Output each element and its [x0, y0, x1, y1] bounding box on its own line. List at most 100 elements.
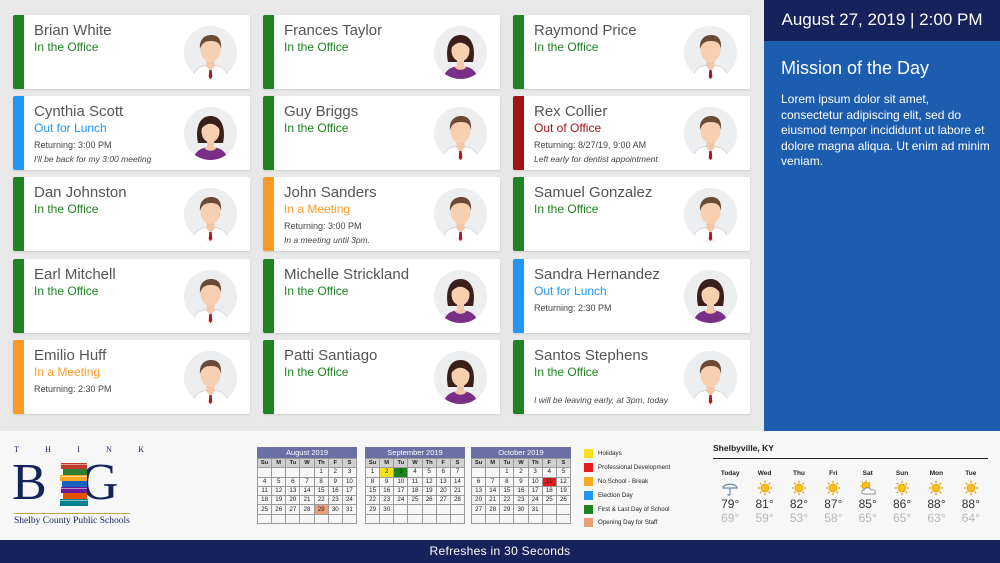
legend-swatch	[584, 449, 593, 459]
refresh-footer: Refreshes in 30 Seconds	[0, 540, 1000, 563]
calendar-day: 29	[499, 504, 515, 515]
calendar-day: 11	[407, 476, 423, 487]
avatar	[434, 270, 487, 323]
staff-card[interactable]: Emilio Huff In a Meeting Returning: 2:30 P…	[13, 340, 250, 414]
calendar-day	[299, 513, 315, 525]
calendar-day: 24	[393, 495, 409, 506]
staff-name: Cynthia Scott	[34, 103, 124, 120]
staff-name: Emilio Huff	[34, 347, 107, 364]
calendar-day	[313, 513, 329, 525]
calendar-day: 3	[341, 467, 358, 478]
weekday-header: Tu	[499, 457, 515, 469]
avatar	[184, 270, 237, 323]
staff-card[interactable]: Brian White In the Office	[13, 15, 250, 89]
calendar-day: 23	[327, 495, 343, 506]
calendar-day	[271, 513, 287, 525]
staff-name: John Sanders	[284, 184, 377, 201]
returning-time: Returning: 8/27/19, 9:00 AM	[534, 140, 647, 150]
info-strip: T H I N K BG Shelby County Public School…	[0, 431, 1000, 540]
sun-icon	[919, 479, 953, 497]
calendar-day: 8	[364, 476, 381, 487]
avatar	[684, 26, 737, 79]
legend-swatch	[584, 463, 593, 473]
calendar-day: 5	[421, 467, 437, 478]
staff-card[interactable]: Samuel Gonzalez In the Office	[513, 177, 750, 251]
calendar-day: 25	[541, 495, 557, 506]
legend-label: Election Day	[598, 491, 633, 499]
weekday-header: S	[555, 457, 572, 469]
status-color-bar	[263, 340, 274, 414]
high-temp: 81°	[755, 497, 774, 511]
calendar-day: 13	[285, 485, 301, 497]
staff-card[interactable]: Earl Mitchell In the Office	[13, 259, 250, 333]
weekday-header: F	[435, 457, 451, 469]
status-color-bar	[13, 177, 24, 251]
calendar-day: 20	[285, 495, 301, 506]
calendar-day	[393, 513, 409, 525]
legend-label: No School - Break	[598, 477, 649, 485]
staff-status: Out for Lunch	[34, 121, 107, 135]
staff-status: In the Office	[534, 202, 599, 216]
staff-card[interactable]: Frances Taylor In the Office	[263, 15, 500, 89]
staff-name: Frances Taylor	[284, 22, 383, 39]
legend-item: No School - Break	[584, 475, 670, 489]
district-name: Shelby County Public Schools	[14, 513, 130, 526]
calendar-day	[341, 513, 358, 525]
legend-item: Opening Day for Staff	[584, 516, 670, 530]
forecast-day: Fri 87° 58°	[816, 470, 850, 525]
calendar-day: 16	[327, 485, 343, 497]
weekday-header: S	[341, 457, 358, 469]
staff-card[interactable]: Patti Santiago In the Office	[263, 340, 500, 414]
calendar-day: 7	[299, 476, 315, 487]
calendar-day: 22	[499, 495, 515, 506]
forecast-day: Wed 81° 59°	[747, 470, 781, 525]
staff-card[interactable]: Raymond Price In the Office	[513, 15, 750, 89]
staff-status: In the Office	[284, 284, 349, 298]
high-temp: 86°	[892, 497, 912, 511]
sun-icon	[954, 479, 988, 497]
status-color-bar	[513, 96, 524, 170]
weather-location: Shelbyville, KY	[713, 443, 988, 459]
calendar-day: 8	[499, 476, 515, 487]
calendar-day: 30	[327, 504, 343, 515]
calendar-day: 31	[527, 504, 543, 515]
calendar-day	[470, 467, 487, 478]
calendar-day: 17	[393, 485, 409, 497]
low-temp: 58°	[824, 511, 843, 525]
status-color-bar	[513, 177, 524, 251]
status-color-bar	[263, 259, 274, 333]
calendar-day: 28	[449, 495, 466, 506]
staff-status: In a Meeting	[34, 365, 101, 379]
staff-card[interactable]: Cynthia Scott Out for Lunch Returning: 3:0…	[13, 96, 250, 170]
calendar-day: 16	[513, 485, 529, 497]
calendar-day: 28	[485, 504, 501, 515]
calendar-legend: Holidays Professional Development No Schoo…	[584, 447, 670, 530]
calendar-day	[449, 513, 466, 525]
forecast-day: Today 79° 69°	[713, 470, 747, 525]
low-temp: 65°	[892, 511, 912, 525]
calendar-day: 2	[513, 467, 529, 478]
calendar-day: 25	[407, 495, 423, 506]
staff-card[interactable]: Michelle Strickland In the Office	[263, 259, 500, 333]
staff-note: In a meeting until 3pm.	[284, 235, 370, 245]
staff-card[interactable]: Sandra Hernandez Out for Lunch Returning: …	[513, 259, 750, 333]
mission-panel: August 27, 2019 | 2:00 PM Mission of the…	[764, 0, 1000, 431]
calendar-day: 30	[379, 504, 395, 515]
calendar-day: 8	[313, 476, 329, 487]
staff-card[interactable]: Guy Briggs In the Office	[263, 96, 500, 170]
returning-time: Returning: 2:30 PM	[534, 303, 612, 313]
staff-card[interactable]: Rex Collier Out of Office Returning: 8/27/…	[513, 96, 750, 170]
staff-grid: Brian White In the Office Cynthia Scott Out…	[0, 0, 764, 431]
staff-card[interactable]: Santos Stephens In the Office I will be le…	[513, 340, 750, 414]
avatar	[184, 351, 237, 404]
calendar-day	[421, 504, 437, 515]
returning-time: Returning: 3:00 PM	[284, 221, 362, 231]
logo-think-letters: T H I N K	[14, 445, 144, 454]
calendar-day: 21	[485, 495, 501, 506]
staff-status: In the Office	[34, 284, 99, 298]
avatar	[434, 188, 487, 241]
legend-label: Opening Day for Staff	[598, 519, 658, 527]
weekday-header: F	[327, 457, 343, 469]
staff-card[interactable]: Dan Johnston In the Office	[13, 177, 250, 251]
staff-card[interactable]: John Sanders In a Meeting Returning: 3:00 …	[263, 177, 500, 251]
